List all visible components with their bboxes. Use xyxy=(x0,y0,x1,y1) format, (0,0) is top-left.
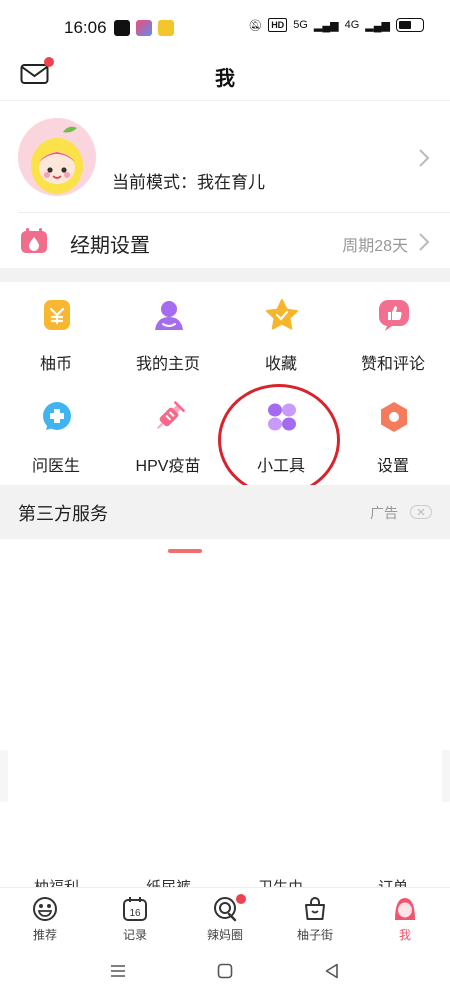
grid-item-favorites[interactable]: 收藏 xyxy=(225,282,337,382)
video-app-icon xyxy=(136,20,152,36)
tab-label: 我 xyxy=(398,928,411,942)
grid-label: 赞和评论 xyxy=(360,356,425,373)
grid-label: 问医生 xyxy=(31,458,80,475)
status-bar: 16:06 🔕︎ HD 5G ▂▄▆ 4G ▂▄▆ xyxy=(0,0,450,52)
back-icon xyxy=(325,963,338,979)
settings-icon xyxy=(381,402,407,432)
me-icon xyxy=(395,898,415,920)
section-gap xyxy=(0,268,450,282)
user-icon xyxy=(155,301,183,330)
period-calendar-icon xyxy=(20,228,48,259)
grid-label: 设置 xyxy=(376,458,409,475)
page-title: 我 xyxy=(215,68,235,90)
loading-indicator xyxy=(168,549,202,553)
thumbs-up-icon xyxy=(379,300,409,331)
home-icon xyxy=(217,963,233,979)
menu-button[interactable] xyxy=(110,963,126,984)
grid-label: HPV疫苗 xyxy=(135,458,201,475)
circle-icon xyxy=(214,897,237,922)
tab-me[interactable]: 我 xyxy=(360,894,450,948)
current-mode-text: 当前模式：我在育儿 xyxy=(112,173,265,192)
tab-records[interactable]: 16 记录 xyxy=(90,894,180,948)
chevron-right-icon xyxy=(418,232,430,257)
medical-chat-icon xyxy=(43,402,71,430)
scroll-edge xyxy=(442,750,450,802)
tab-shop-street[interactable]: 柚子街 xyxy=(270,894,360,948)
content-area xyxy=(0,539,450,879)
notification-app-icon xyxy=(114,20,130,36)
third-party-title: 第三方服务 xyxy=(18,504,108,524)
divider xyxy=(0,100,450,101)
shopping-bag-icon xyxy=(305,897,325,920)
calendar-icon: 16 xyxy=(123,897,147,921)
tab-label: 辣妈圈 xyxy=(206,928,243,942)
grid-label: 柚币 xyxy=(39,356,72,373)
grid-item-coins[interactable]: 柚币 xyxy=(0,282,112,382)
star-icon xyxy=(266,299,298,330)
status-time: 16:06 xyxy=(64,18,107,37)
tab-label: 柚子街 xyxy=(296,928,333,942)
chevron-right-icon xyxy=(418,148,430,173)
grid-item-likes-comments[interactable]: 赞和评论 xyxy=(337,282,449,382)
grid-item-settings[interactable]: 设置 xyxy=(337,384,449,484)
scroll-edge xyxy=(0,750,8,802)
recommend-icon xyxy=(33,897,57,921)
notification-badge xyxy=(236,894,246,904)
period-settings-row[interactable]: 经期设置 周期28天 xyxy=(0,214,450,268)
divider xyxy=(18,212,450,213)
menu-icon xyxy=(111,965,125,977)
battery-icon xyxy=(396,18,424,32)
signal-5g: 5G xyxy=(293,19,308,31)
tab-label: 记录 xyxy=(122,928,147,942)
grid-item-my-homepage[interactable]: 我的主页 xyxy=(112,282,224,382)
signal-icon: ▂▄▆ xyxy=(313,19,339,32)
close-icon xyxy=(417,508,425,516)
coin-icon xyxy=(44,300,70,330)
svg-text:16: 16 xyxy=(129,908,141,919)
signal-4g: 4G xyxy=(344,19,360,31)
ad-label: 广告 xyxy=(370,505,398,521)
cycle-length-value: 周期28天 xyxy=(342,238,408,255)
tab-label: 推荐 xyxy=(32,928,57,942)
status-app-icons xyxy=(114,20,174,36)
yellow-app-icon xyxy=(158,20,174,36)
grid-item-ask-doctor[interactable]: 问医生 xyxy=(0,384,112,484)
hd-badge: HD xyxy=(268,18,288,32)
annotation-circle xyxy=(218,384,340,496)
bottom-tab-bar: 推荐 16 记录 辣妈圈 柚子街 我 xyxy=(0,887,450,947)
mute-icon: 🔕︎ xyxy=(248,19,263,32)
third-party-section: 第三方服务 广告 xyxy=(0,485,450,539)
grid-label: 我的主页 xyxy=(135,356,200,373)
top-nav: 我 xyxy=(0,52,450,100)
avatar-illustration xyxy=(18,118,96,196)
avatar[interactable] xyxy=(18,118,96,196)
system-nav-bar xyxy=(0,947,450,1000)
home-button[interactable] xyxy=(217,963,233,984)
grid-label: 收藏 xyxy=(264,356,297,373)
tab-recommend[interactable]: 推荐 xyxy=(0,894,90,948)
status-indicators: 🔕︎ HD 5G ▂▄▆ 4G ▂▄▆ xyxy=(248,18,424,32)
profile-card[interactable]: 当前模式：我在育儿 xyxy=(0,110,450,210)
back-button[interactable] xyxy=(324,963,340,984)
grid-item-hpv-vaccine[interactable]: HPV疫苗 xyxy=(112,384,224,484)
period-settings-label: 经期设置 xyxy=(70,235,150,257)
close-ad-button[interactable] xyxy=(410,505,432,519)
tab-mom-circle[interactable]: 辣妈圈 xyxy=(180,894,270,948)
syringe-icon xyxy=(156,401,185,430)
signal-icon: ▂▄▆ xyxy=(365,19,390,32)
